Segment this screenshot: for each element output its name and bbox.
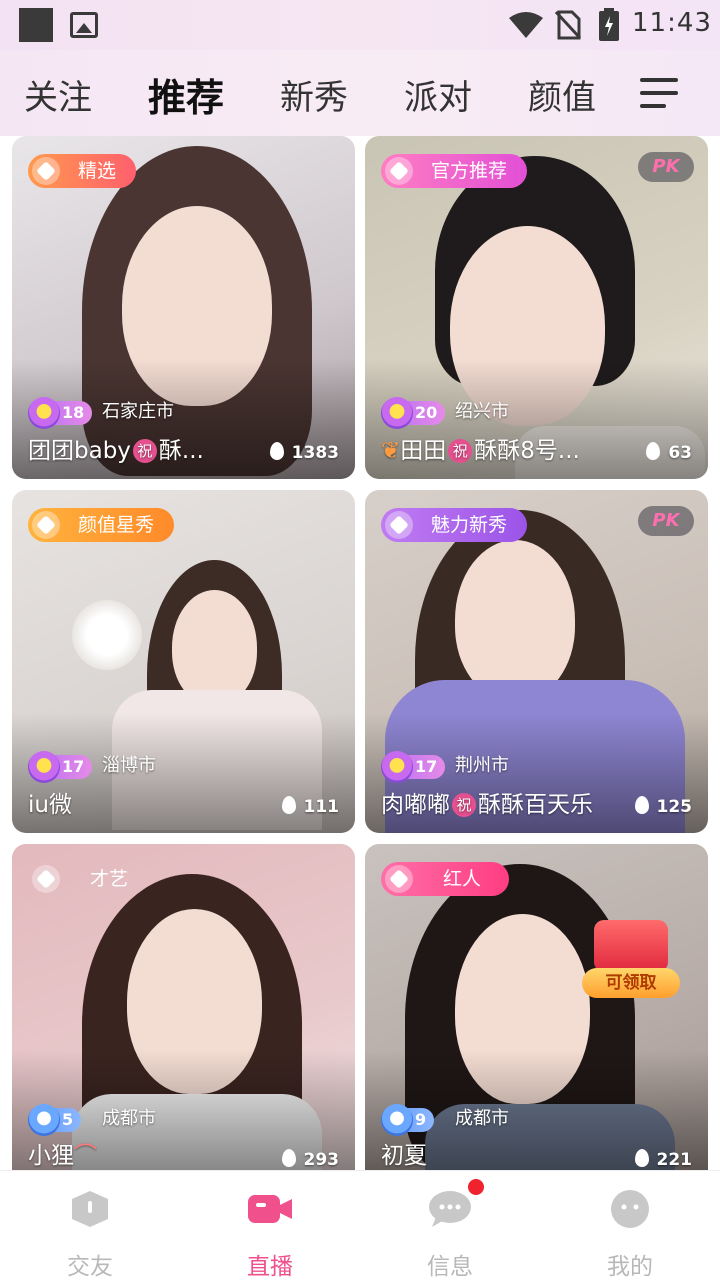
status-bar: 11:43 bbox=[0, 0, 720, 50]
nav-profile[interactable]: 我的 bbox=[540, 1171, 720, 1280]
stream-grid: 精选 18 石家庄市 团团baby祝酥... 1383 官方推荐 PK 20 bbox=[0, 136, 720, 1170]
butterfly-icon: ❦ bbox=[381, 438, 401, 464]
flame-icon bbox=[646, 442, 661, 460]
level-badge: 5 bbox=[28, 1104, 82, 1136]
diamond-icon bbox=[32, 157, 60, 185]
stream-card[interactable]: 红人 可领取 9 成都市 初夏 221 bbox=[365, 844, 708, 1170]
notification-app-icon bbox=[19, 8, 53, 42]
tab-recommended[interactable]: 推荐 bbox=[148, 67, 224, 122]
microphone-icon bbox=[32, 865, 60, 893]
rainbow-icon: ⌒ bbox=[74, 1143, 97, 1169]
level-badge: 9 bbox=[381, 1104, 435, 1136]
level-badge: 18 bbox=[28, 397, 93, 429]
category-tag: 颜值星秀 bbox=[28, 508, 175, 542]
flame-icon bbox=[281, 796, 296, 814]
stream-card[interactable]: 官方推荐 PK 20 绍兴市 ❦田田祝酥酥8号... 63 bbox=[365, 136, 708, 479]
nav-messages[interactable]: 信息 bbox=[360, 1171, 540, 1280]
flame-icon bbox=[281, 1149, 296, 1167]
heat-count: 125 bbox=[634, 796, 692, 817]
streamer-name: ❦田田祝酥酥8号... bbox=[381, 438, 580, 464]
friends-icon bbox=[72, 1191, 108, 1227]
nav-profile-label: 我的 bbox=[607, 1254, 653, 1280]
pk-badge: PK bbox=[638, 506, 694, 536]
nav-friends-label: 交友 bbox=[67, 1254, 113, 1280]
category-tag: 官方推荐 bbox=[381, 154, 528, 188]
level-crown-icon bbox=[381, 1104, 413, 1136]
tab-follow[interactable]: 关注 bbox=[24, 70, 92, 119]
unread-dot bbox=[468, 1179, 484, 1195]
chat-bubble-icon bbox=[429, 1191, 471, 1227]
wifi-icon bbox=[509, 12, 543, 38]
flame-icon bbox=[634, 796, 649, 814]
pk-badge: PK bbox=[638, 152, 694, 182]
top-tab-bar: 关注 推荐 新秀 派对 颜值 bbox=[0, 50, 720, 136]
level-crown-icon bbox=[28, 1104, 60, 1136]
flame-tag-icon bbox=[385, 865, 413, 893]
thumbs-up-icon bbox=[385, 157, 413, 185]
level-badge: 17 bbox=[28, 751, 93, 783]
flame-icon bbox=[269, 442, 284, 460]
gift-box-reward[interactable]: 可领取 bbox=[576, 920, 686, 1002]
category-tag: 魅力新秀 bbox=[381, 508, 528, 542]
menu-icon[interactable] bbox=[640, 78, 678, 108]
streamer-name: 团团baby 祝酥... bbox=[28, 438, 204, 464]
image-notification-icon bbox=[70, 12, 98, 38]
claim-label: 可领取 bbox=[582, 968, 680, 998]
zhu-badge: 祝 bbox=[452, 793, 476, 817]
tab-looks[interactable]: 颜值 bbox=[528, 70, 596, 119]
clock: 11:43 bbox=[632, 8, 712, 38]
droplet-icon bbox=[385, 511, 413, 539]
category-tag: 精选 bbox=[28, 154, 137, 188]
profile-icon bbox=[611, 1190, 649, 1228]
star-icon bbox=[32, 511, 60, 539]
streamer-name: 肉嘟嘟祝酥酥百天乐 bbox=[381, 792, 593, 818]
tab-party[interactable]: 派对 bbox=[404, 70, 472, 119]
city-label: 绍兴市 bbox=[455, 401, 509, 422]
level-badge: 20 bbox=[381, 397, 446, 429]
category-tag: 才艺 bbox=[28, 862, 156, 896]
level-crown-icon bbox=[28, 751, 60, 783]
heat-count: 1383 bbox=[269, 442, 339, 463]
city-label: 淄博市 bbox=[102, 755, 156, 776]
nav-friends[interactable]: 交友 bbox=[0, 1171, 180, 1280]
nav-live[interactable]: 直播 bbox=[180, 1171, 360, 1280]
stream-card[interactable]: 颜值星秀 17 淄博市 iu微 111 bbox=[12, 490, 355, 833]
flame-icon bbox=[634, 1149, 649, 1167]
streamer-name: 小狸⌒ bbox=[28, 1143, 97, 1169]
streamer-name: 初夏 bbox=[381, 1143, 427, 1169]
no-sim-icon bbox=[555, 10, 581, 40]
category-tag: 红人 bbox=[381, 862, 510, 896]
gift-box-icon bbox=[594, 920, 668, 972]
stream-card[interactable]: 才艺 5 成都市 小狸⌒ 293 bbox=[12, 844, 355, 1170]
heat-count: 63 bbox=[646, 442, 692, 463]
zhu-badge: 祝 bbox=[448, 439, 473, 463]
heat-count: 221 bbox=[634, 1149, 692, 1170]
battery-icon bbox=[599, 8, 619, 41]
level-crown-icon bbox=[28, 397, 60, 429]
heat-count: 293 bbox=[281, 1149, 339, 1170]
heat-count: 111 bbox=[281, 796, 339, 817]
city-label: 成都市 bbox=[102, 1108, 156, 1129]
city-label: 石家庄市 bbox=[102, 401, 174, 422]
bottom-nav: 交友 直播 信息 我的 bbox=[0, 1170, 720, 1280]
zhu-badge: 祝 bbox=[132, 439, 157, 463]
stream-card[interactable]: 精选 18 石家庄市 团团baby 祝酥... 1383 bbox=[12, 136, 355, 479]
city-label: 成都市 bbox=[455, 1108, 509, 1129]
nav-live-label: 直播 bbox=[247, 1254, 293, 1280]
streamer-name: iu微 bbox=[28, 792, 72, 818]
nav-messages-label: 信息 bbox=[427, 1254, 473, 1280]
level-crown-icon bbox=[381, 397, 413, 429]
city-label: 荆州市 bbox=[455, 755, 509, 776]
level-crown-icon bbox=[381, 751, 413, 783]
stream-card[interactable]: 魅力新秀 PK 17 荆州市 肉嘟嘟祝酥酥百天乐 125 bbox=[365, 490, 708, 833]
level-badge: 17 bbox=[381, 751, 446, 783]
tab-new-stars[interactable]: 新秀 bbox=[280, 70, 348, 119]
video-camera-icon bbox=[248, 1195, 292, 1223]
